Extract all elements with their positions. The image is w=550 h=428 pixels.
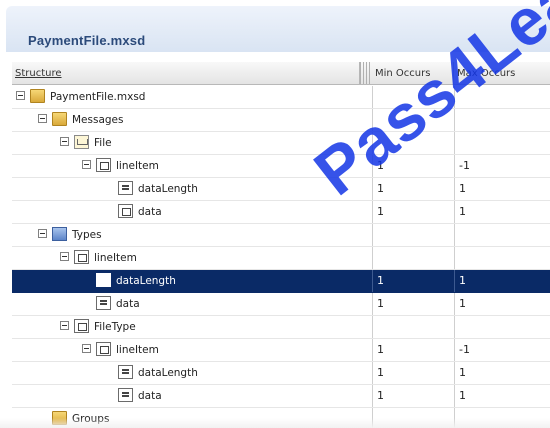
tree-node-label: Types xyxy=(72,229,102,241)
max-occurs-cell[interactable]: 1 xyxy=(454,270,550,292)
collapse-toggle-icon[interactable] xyxy=(60,321,69,330)
collapse-toggle-icon[interactable] xyxy=(82,344,91,353)
collapse-toggle-icon[interactable] xyxy=(60,252,69,261)
max-occurs-cell[interactable] xyxy=(454,109,550,131)
tree-node-label: data xyxy=(116,298,140,310)
tree-row[interactable]: lineItem xyxy=(12,247,550,270)
max-occurs-cell[interactable] xyxy=(454,316,550,338)
tree-row[interactable]: Messages xyxy=(12,109,550,132)
structure-icon xyxy=(96,342,111,356)
tree-row[interactable]: lineItem 1 -1 xyxy=(12,339,550,362)
tree-row[interactable]: dataLength 1 1 xyxy=(12,362,550,385)
table-header: Structure Min Occurs Max Occurs xyxy=(12,62,550,85)
tree-node-label: FileType xyxy=(94,321,136,333)
min-occurs-cell[interactable] xyxy=(372,132,454,154)
column-splitter[interactable] xyxy=(360,62,372,84)
tree-row[interactable]: FileType xyxy=(12,316,550,339)
max-occurs-cell[interactable]: 1 xyxy=(454,293,550,315)
tree-row[interactable]: PaymentFile.mxsd xyxy=(12,86,550,109)
structure-icon xyxy=(74,250,89,264)
max-occurs-cell[interactable]: 1 xyxy=(454,385,550,407)
max-occurs-cell[interactable]: 1 xyxy=(454,362,550,384)
folder-icon xyxy=(30,89,45,103)
editor-title: PaymentFile.mxsd xyxy=(28,33,146,48)
tree-row[interactable]: data 1 1 xyxy=(12,293,550,316)
element-icon xyxy=(118,388,133,402)
max-occurs-cell[interactable]: 1 xyxy=(454,201,550,223)
element-icon xyxy=(118,181,133,195)
tree-row[interactable]: dataLength 1 1 xyxy=(12,178,550,201)
structure-icon xyxy=(74,319,89,333)
max-occurs-cell[interactable] xyxy=(454,224,550,246)
tree-node-label: dataLength xyxy=(116,275,176,287)
max-occurs-cell[interactable]: 1 xyxy=(454,178,550,200)
min-occurs-cell[interactable]: 1 xyxy=(372,178,454,200)
tree-node-label: Messages xyxy=(72,114,124,126)
folder-blue-icon xyxy=(52,227,67,241)
structure-icon xyxy=(96,158,111,172)
max-occurs-cell[interactable] xyxy=(454,247,550,269)
min-occurs-cell[interactable]: 1 xyxy=(372,293,454,315)
tree-row[interactable]: lineItem 1 -1 xyxy=(12,155,550,178)
collapse-toggle-icon[interactable] xyxy=(38,114,47,123)
min-occurs-cell[interactable] xyxy=(372,247,454,269)
column-header-structure[interactable]: Structure xyxy=(12,62,360,84)
min-occurs-cell[interactable]: 1 xyxy=(372,339,454,361)
message-icon xyxy=(74,135,89,149)
min-occurs-cell[interactable]: 1 xyxy=(372,385,454,407)
max-occurs-cell[interactable] xyxy=(454,86,550,108)
tree-row[interactable]: data 1 1 xyxy=(12,385,550,408)
folder-icon xyxy=(52,112,67,126)
min-occurs-cell[interactable]: 1 xyxy=(372,201,454,223)
min-occurs-cell[interactable]: 1 xyxy=(372,155,454,177)
element-icon xyxy=(118,365,133,379)
min-occurs-cell[interactable] xyxy=(372,224,454,246)
min-occurs-cell[interactable] xyxy=(372,86,454,108)
tree-node-label: lineItem xyxy=(116,160,159,172)
min-occurs-cell[interactable]: 1 xyxy=(372,362,454,384)
collapse-toggle-icon[interactable] xyxy=(60,137,69,146)
max-occurs-cell[interactable]: -1 xyxy=(454,339,550,361)
min-occurs-cell[interactable] xyxy=(372,316,454,338)
tree-node-label: data xyxy=(138,206,162,218)
element-icon xyxy=(96,273,111,287)
column-header-max-occurs[interactable]: Max Occurs xyxy=(454,62,550,84)
tree-node-label: lineItem xyxy=(94,252,137,264)
tree-row[interactable]: File xyxy=(12,132,550,155)
tree-node-label: dataLength xyxy=(138,183,198,195)
tree-node-label: PaymentFile.mxsd xyxy=(50,91,146,103)
tree-row[interactable]: dataLength 1 1 xyxy=(12,270,550,293)
max-occurs-cell[interactable]: -1 xyxy=(454,155,550,177)
structure-tree-table[interactable]: Structure Min Occurs Max Occurs PaymentF… xyxy=(12,62,550,428)
max-occurs-cell[interactable] xyxy=(454,132,550,154)
min-occurs-cell[interactable]: 1 xyxy=(372,270,454,292)
collapse-toggle-icon[interactable] xyxy=(82,160,91,169)
tree-node-label: data xyxy=(138,390,162,402)
tree-row[interactable]: data 1 1 xyxy=(12,201,550,224)
tree-node-label: File xyxy=(94,137,112,149)
structure-icon xyxy=(118,204,133,218)
editor-title-bar: PaymentFile.mxsd xyxy=(6,6,550,52)
column-header-min-occurs[interactable]: Min Occurs xyxy=(372,62,454,84)
collapse-toggle-icon[interactable] xyxy=(38,229,47,238)
tree-row[interactable]: Types xyxy=(12,224,550,247)
bottom-edge xyxy=(0,418,550,428)
tree-node-label: lineItem xyxy=(116,344,159,356)
element-icon xyxy=(96,296,111,310)
tree-node-label: dataLength xyxy=(138,367,198,379)
collapse-toggle-icon[interactable] xyxy=(16,91,25,100)
min-occurs-cell[interactable] xyxy=(372,109,454,131)
